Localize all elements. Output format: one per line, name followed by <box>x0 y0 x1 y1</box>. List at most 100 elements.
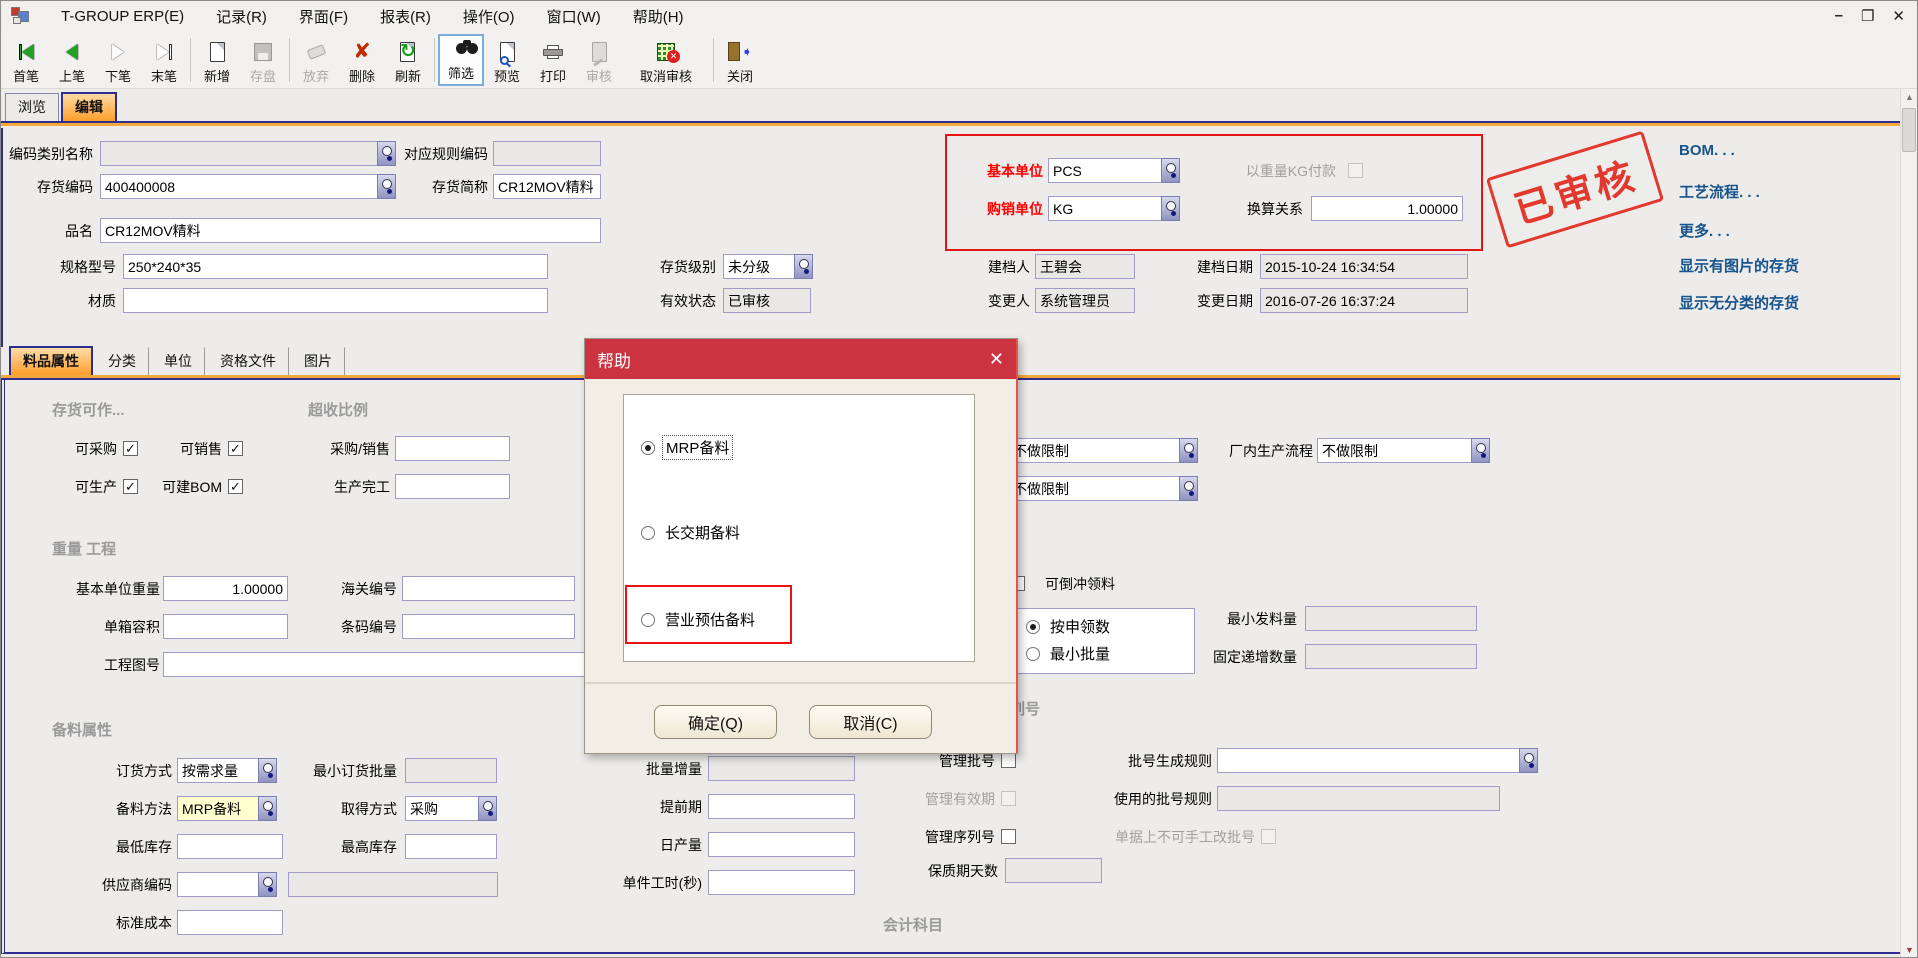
daily-output-input[interactable] <box>708 832 855 857</box>
menu-window[interactable]: 窗口(W) <box>531 2 617 31</box>
unit-weight-input[interactable] <box>163 576 288 601</box>
limit1-input[interactable] <box>1008 438 1179 463</box>
vertical-scrollbar[interactable]: ▲ ▼ <box>1900 89 1917 958</box>
subtab-category[interactable]: 分类 <box>95 347 149 375</box>
option-long-leadtime[interactable]: 长交期备料 <box>641 521 743 544</box>
next-record-button[interactable]: 下笔 <box>95 33 141 87</box>
menu-interface[interactable]: 界面(F) <box>283 2 364 31</box>
manage-batch-checkbox[interactable] <box>1001 753 1016 768</box>
subtab-qualification[interactable]: 资格文件 <box>207 347 289 375</box>
purchasable-checkbox[interactable] <box>123 441 138 456</box>
inventory-level-input[interactable] <box>723 254 794 279</box>
base-unit-input[interactable] <box>1048 158 1161 183</box>
minimize-icon[interactable]: – <box>1835 7 1843 25</box>
product-name-input[interactable] <box>100 218 601 243</box>
batch-rule-input[interactable] <box>1217 748 1519 773</box>
filter-button[interactable]: 筛选 <box>438 34 484 86</box>
std-cost-input[interactable] <box>177 910 283 935</box>
acquire-mode-lookup-icon[interactable] <box>478 796 497 821</box>
subtab-image[interactable]: 图片 <box>291 347 345 375</box>
close-icon[interactable]: ✕ <box>1892 7 1905 25</box>
factory-flow-input[interactable] <box>1317 438 1471 463</box>
over-production-input[interactable] <box>395 474 510 499</box>
discard-button[interactable]: 放弃 <box>293 33 339 87</box>
issue-by-minbatch-option[interactable]: 最小批量 <box>1018 638 1194 665</box>
first-record-button[interactable]: 首笔 <box>3 33 49 87</box>
order-mode-lookup-icon[interactable] <box>258 758 277 783</box>
prep-method-input[interactable] <box>177 796 258 821</box>
subtab-item-attrs[interactable]: 料品属性 <box>9 346 93 375</box>
over-purchase-sale-input[interactable] <box>395 436 510 461</box>
cancel-button[interactable]: 取消(C) <box>809 705 932 739</box>
lead-time-input[interactable] <box>708 794 855 819</box>
conversion-input[interactable] <box>1311 196 1463 221</box>
menu-operation[interactable]: 操作(O) <box>447 2 531 31</box>
acquire-mode-input[interactable] <box>405 796 478 821</box>
more-link[interactable]: 更多. . . <box>1679 220 1730 241</box>
menu-tgroup-erp[interactable]: T-GROUP ERP(E) <box>45 4 200 29</box>
trade-unit-lookup-icon[interactable] <box>1161 196 1180 221</box>
show-unclassified-link[interactable]: 显示无分类的存货 <box>1679 292 1799 313</box>
manage-serial-checkbox[interactable] <box>1001 829 1016 844</box>
restore-icon[interactable]: ❐ <box>1861 7 1874 25</box>
menu-record[interactable]: 记录(R) <box>200 2 283 31</box>
save-button[interactable]: 存盘 <box>240 33 286 87</box>
barcode-input[interactable] <box>402 614 575 639</box>
issue-by-apply-option[interactable]: 按申领数 <box>1018 609 1194 638</box>
customs-code-input[interactable] <box>402 576 575 601</box>
base-unit-lookup-icon[interactable] <box>1161 158 1180 183</box>
show-with-image-link[interactable]: 显示有图片的存货 <box>1679 255 1799 276</box>
help-dialog-titlebar[interactable]: 帮助 ✕ <box>585 339 1016 379</box>
tab-browse[interactable]: 浏览 <box>5 93 59 121</box>
code-category-input[interactable] <box>100 141 377 166</box>
tab-edit[interactable]: 编辑 <box>61 92 117 121</box>
inventory-abbr-label: 存货简称 <box>403 174 488 200</box>
code-category-lookup-icon[interactable] <box>377 141 396 166</box>
limit2-lookup-icon[interactable] <box>1179 476 1198 501</box>
inventory-abbr-input[interactable] <box>493 174 601 199</box>
supplier-code-input[interactable] <box>177 872 258 897</box>
max-stock-input[interactable] <box>405 834 497 859</box>
limit1-lookup-icon[interactable] <box>1179 438 1198 463</box>
order-mode-input[interactable] <box>177 758 258 783</box>
option-mrp[interactable]: MRP备料 <box>641 435 733 460</box>
refresh-button[interactable]: ↻ 刷新 <box>385 33 431 87</box>
trade-unit-input[interactable] <box>1048 196 1161 221</box>
supplier-code-lookup-icon[interactable] <box>258 872 277 897</box>
delete-button[interactable]: ✘ 删除 <box>339 33 385 87</box>
inventory-code-lookup-icon[interactable] <box>377 174 396 199</box>
can-bom-checkbox[interactable] <box>228 479 243 494</box>
menu-help[interactable]: 帮助(H) <box>617 2 700 31</box>
subtab-unit[interactable]: 单位 <box>151 347 205 375</box>
factory-flow-lookup-icon[interactable] <box>1471 438 1490 463</box>
inventory-level-lookup-icon[interactable] <box>794 254 813 279</box>
prev-record-button[interactable]: 上笔 <box>49 33 95 87</box>
factory-flow-label: 厂内生产流程 <box>1203 438 1313 464</box>
close-form-button[interactable]: ➧ 关闭 <box>717 33 763 87</box>
scroll-up-icon[interactable]: ▲ <box>1901 89 1918 106</box>
material-input[interactable] <box>123 288 548 313</box>
preview-button[interactable]: 预览 <box>484 33 530 87</box>
new-button[interactable]: 新增 <box>194 33 240 87</box>
audit-button[interactable]: 审核 <box>576 33 622 87</box>
producible-checkbox[interactable] <box>123 479 138 494</box>
menu-report[interactable]: 报表(R) <box>364 2 447 31</box>
box-volume-input[interactable] <box>163 614 288 639</box>
cancel-audit-button[interactable]: ✕ 取消审核 <box>622 33 710 87</box>
prep-method-lookup-icon[interactable] <box>258 796 277 821</box>
dialog-close-icon[interactable]: ✕ <box>989 349 1004 370</box>
process-flow-link[interactable]: 工艺流程. . . <box>1679 181 1760 202</box>
limit2-input[interactable] <box>1008 476 1179 501</box>
scroll-down-icon[interactable]: ▼ <box>1901 942 1918 958</box>
batch-rule-lookup-icon[interactable] <box>1519 748 1538 773</box>
bom-link[interactable]: BOM. . . <box>1679 142 1735 159</box>
piece-time-input[interactable] <box>708 870 855 895</box>
min-stock-input[interactable] <box>177 834 283 859</box>
print-button[interactable]: 打印 <box>530 33 576 87</box>
spec-input[interactable] <box>123 254 548 279</box>
inventory-code-input[interactable] <box>100 174 377 199</box>
scrollbar-thumb[interactable] <box>1902 108 1916 152</box>
last-record-button[interactable]: 末笔 <box>141 33 187 87</box>
sellable-checkbox[interactable] <box>228 441 243 456</box>
ok-button[interactable]: 确定(Q) <box>654 705 777 739</box>
